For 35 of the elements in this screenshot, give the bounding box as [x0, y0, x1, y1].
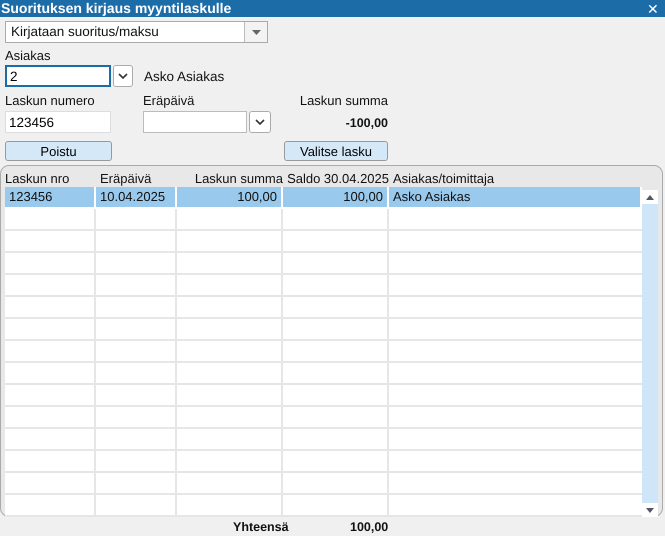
- dropdown-button[interactable]: [249, 111, 271, 133]
- invoice-sum: -100,00: [346, 116, 388, 130]
- table-cell: 100,00: [283, 187, 389, 209]
- total-label: Yhteensä: [233, 520, 290, 534]
- customer-field[interactable]: 2: [5, 65, 111, 87]
- scrollbar[interactable]: [642, 190, 658, 517]
- customer-name: Asko Asiakas: [144, 68, 224, 84]
- dropdown-arrow-icon: [252, 30, 260, 34]
- column-header[interactable]: Saldo 30.04.2025: [283, 170, 389, 186]
- table-cell: 100,00: [177, 187, 283, 209]
- window-title: Suorituksen kirjaus myyntilaskulle: [0, 0, 232, 17]
- close-button[interactable]: ✕: [641, 0, 665, 16]
- field-label: Asiakas: [5, 48, 52, 63]
- dropdown-button[interactable]: [113, 65, 133, 87]
- exit-button[interactable]: Poistu: [5, 141, 112, 161]
- chevron-icon: [255, 119, 265, 125]
- total-value: 100,00: [350, 520, 388, 534]
- invoice-number-field[interactable]: 123456: [5, 111, 111, 133]
- mode-dropdown[interactable]: Kirjataan suoritus/maksu: [5, 21, 268, 43]
- column-header[interactable]: Eräpäivä: [96, 170, 177, 186]
- field-label: Laskun summa: [300, 93, 388, 108]
- chevron-icon: [118, 73, 128, 79]
- scroll-up-icon: [646, 194, 654, 200]
- table-cell: 10.04.2025: [96, 187, 177, 209]
- due-date-field[interactable]: [143, 111, 247, 133]
- field-label: Eräpäivä: [143, 93, 196, 108]
- column-header[interactable]: Asiakas/toimittaja: [389, 170, 642, 186]
- table-cell: 123456: [5, 187, 96, 209]
- column-header[interactable]: Laskun summa: [177, 170, 283, 186]
- select-invoice-button[interactable]: Valitse lasku: [284, 141, 388, 161]
- table-row[interactable]: 123456 10.04.2025 100,00 100,00 Asko Asiakas: [5, 187, 642, 209]
- field-label: Laskun numero: [5, 93, 96, 108]
- table-cell: Asko Asiakas: [389, 187, 642, 209]
- column-header[interactable]: Laskun nro: [5, 170, 96, 186]
- scroll-down-icon: [646, 508, 654, 512]
